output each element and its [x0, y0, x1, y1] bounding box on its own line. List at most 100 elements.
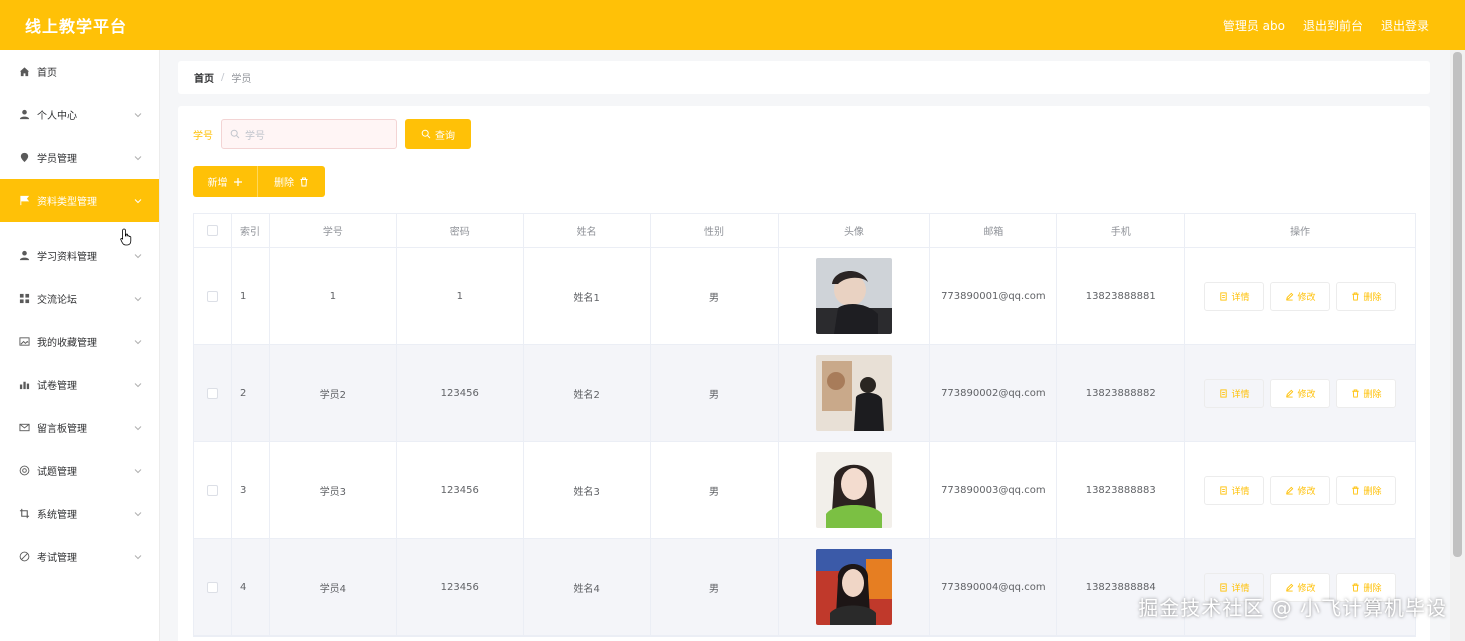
query-button-label: 查询	[435, 130, 455, 142]
trash-icon	[1351, 485, 1359, 495]
admin-label[interactable]: 管理员 abo	[1223, 17, 1285, 34]
row-actions: 详情 修改 删除	[1204, 281, 1397, 311]
chevron-down-icon	[134, 339, 142, 344]
column-header: 头像	[779, 214, 931, 247]
sidebar-item-questions[interactable]: 试题管理	[0, 449, 159, 492]
edit-button[interactable]: 修改	[1270, 281, 1331, 311]
column-header: 密码	[397, 214, 524, 247]
document-icon	[1219, 485, 1227, 495]
edit-button[interactable]: 修改	[1270, 378, 1331, 408]
breadcrumb-current: 学员	[231, 74, 252, 85]
cell-gender: 男	[651, 442, 779, 538]
scrollbar-thumb[interactable]	[1453, 52, 1462, 557]
delete-button-label: 删除	[1363, 486, 1382, 497]
chevron-down-icon	[134, 253, 142, 258]
sidebar-item-label: 留言板管理	[37, 424, 87, 435]
avatar	[815, 452, 892, 528]
cell-email: 773890002@qq.com	[930, 345, 1058, 441]
search-icon	[230, 129, 240, 139]
sidebar-item-exam-papers[interactable]: 试卷管理	[0, 363, 159, 406]
cell-name: 姓名4	[524, 539, 651, 635]
edit-icon	[1285, 389, 1293, 398]
add-button-label: 新增	[207, 178, 228, 189]
edit-button[interactable]: 修改	[1270, 475, 1331, 505]
cell-index: 4	[232, 539, 270, 635]
delete-button[interactable]: 删除	[1336, 281, 1397, 311]
detail-button-label: 详情	[1231, 389, 1250, 400]
document-icon	[1219, 388, 1227, 398]
row-checkbox[interactable]	[206, 387, 218, 399]
cell-password: 123456	[397, 539, 524, 635]
cell-name: 姓名3	[524, 442, 651, 538]
avatar	[815, 549, 892, 625]
breadcrumb-home[interactable]: 首页	[194, 70, 214, 85]
cell-gender: 男	[651, 539, 779, 635]
detail-button[interactable]: 详情	[1204, 281, 1265, 311]
sidebar-item-system[interactable]: 系统管理	[0, 492, 159, 535]
table-row: 1 1 1 姓名1 男 773890001@qq.com 13823888881…	[194, 248, 1415, 345]
sidebar-item-study-materials[interactable]: 学习资料管理	[0, 234, 159, 277]
exit-to-front-link[interactable]: 退出到前台	[1303, 17, 1363, 34]
breadcrumb: 首页 / 学员	[178, 61, 1430, 94]
mouse-cursor-icon	[120, 228, 132, 246]
cell-student-id: 学员2	[270, 345, 397, 441]
add-button[interactable]: 新增	[193, 166, 258, 197]
batch-delete-button[interactable]: 删除	[258, 166, 325, 197]
content-panel: 学号 学号 查询 新增 删除 索引 学号 密码 姓名 性别 头像 邮箱 手机 操…	[178, 106, 1430, 641]
query-button[interactable]: 查询	[405, 119, 471, 149]
page-scrollbar[interactable]	[1450, 50, 1465, 641]
logout-link[interactable]: 退出登录	[1381, 17, 1429, 34]
cell-index: 1	[232, 248, 270, 344]
cell-phone: 13823888881	[1057, 248, 1186, 344]
cell-email: 773890001@qq.com	[930, 248, 1058, 344]
cell-index: 3	[232, 442, 270, 538]
home-icon	[18, 66, 30, 78]
document-icon	[1219, 291, 1227, 301]
chevron-down-icon	[134, 468, 142, 473]
mail-icon	[18, 422, 30, 434]
breadcrumb-separator: /	[221, 72, 225, 83]
globe-icon	[18, 465, 30, 477]
table-header: 索引 学号 密码 姓名 性别 头像 邮箱 手机 操作	[194, 214, 1415, 248]
sidebar-item-material-types[interactable]: 资料类型管理	[0, 179, 159, 222]
sidebar-item-home[interactable]: 首页	[0, 50, 159, 93]
edit-button-label: 修改	[1297, 389, 1316, 400]
chevron-down-icon	[134, 155, 142, 160]
sidebar-item-students[interactable]: 学员管理	[0, 136, 159, 179]
column-header: 姓名	[524, 214, 651, 247]
user-icon	[18, 109, 30, 121]
sidebar-item-forum[interactable]: 交流论坛	[0, 277, 159, 320]
delete-button[interactable]: 删除	[1336, 475, 1397, 505]
sidebar-item-personal-center[interactable]: 个人中心	[0, 93, 159, 136]
chevron-down-icon	[134, 425, 142, 430]
chevron-down-icon	[134, 112, 142, 117]
column-header: 邮箱	[930, 214, 1058, 247]
row-checkbox[interactable]	[206, 581, 218, 593]
row-checkbox[interactable]	[206, 484, 218, 496]
row-checkbox[interactable]	[206, 290, 218, 302]
trash-icon	[1351, 388, 1359, 398]
no-icon	[18, 551, 30, 563]
delete-button-label: 删除	[1363, 389, 1382, 400]
detail-button[interactable]: 详情	[1204, 475, 1265, 505]
picture-icon	[18, 336, 30, 348]
main-content: 首页 / 学员 学号 学号 查询 新增 删除 索引 学号 密码 姓名 性别 头像…	[160, 50, 1450, 641]
cell-student-id: 学员3	[270, 442, 397, 538]
delete-button[interactable]: 删除	[1336, 378, 1397, 408]
action-bar: 新增 删除	[193, 166, 325, 197]
cell-student-id: 1	[270, 248, 397, 344]
sidebar-item-favorites[interactable]: 我的收藏管理	[0, 320, 159, 363]
sidebar-item-exams[interactable]: 考试管理	[0, 535, 159, 578]
table-row: 2 学员2 123456 姓名2 男 773890002@qq.com 1382…	[194, 345, 1415, 442]
select-all-checkbox[interactable]	[206, 225, 218, 236]
cell-index: 2	[232, 345, 270, 441]
sidebar-item-message-board[interactable]: 留言板管理	[0, 406, 159, 449]
search-label: 学号	[193, 130, 213, 142]
sidebar-item-label: 交流论坛	[37, 295, 77, 306]
chevron-down-icon	[134, 198, 142, 203]
sidebar-item-label: 试题管理	[37, 467, 77, 478]
student-id-search-input[interactable]: 学号	[221, 119, 397, 149]
detail-button[interactable]: 详情	[1204, 378, 1265, 408]
sidebar-item-label: 个人中心	[37, 111, 77, 122]
table-row: 4 学员4 123456 姓名4 男 773890004@qq.com 1382…	[194, 539, 1415, 636]
